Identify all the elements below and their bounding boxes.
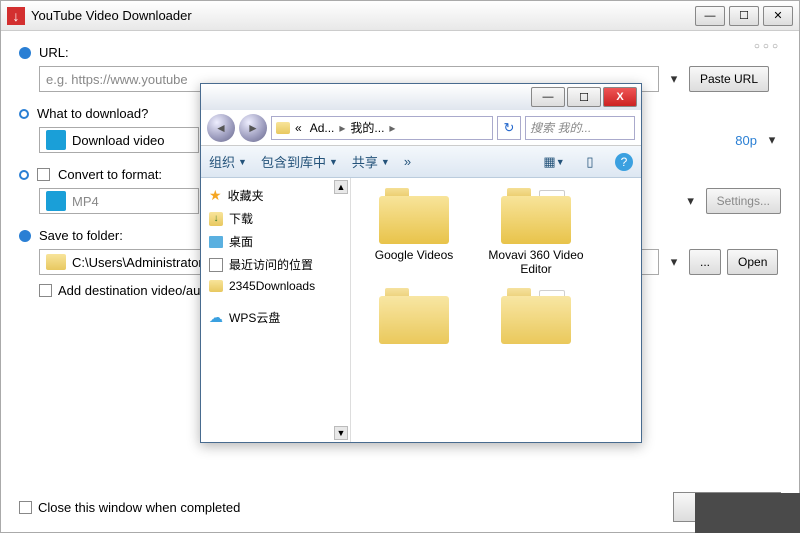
quality-value: 80p bbox=[735, 133, 757, 148]
close-when-done-label: Close this window when completed bbox=[38, 500, 240, 515]
add-dest-checkbox[interactable] bbox=[39, 284, 52, 297]
folder-icon bbox=[379, 288, 449, 344]
desktop-icon bbox=[209, 236, 223, 248]
file-pane[interactable]: Google Videos Movavi 360 Video Editor bbox=[351, 178, 641, 442]
folder-browser-dialog: — ☐ X ◄ ► « Ad... ▸ 我的... ▸ ↻ 搜索 我的... 组… bbox=[200, 83, 642, 443]
close-when-done-checkbox[interactable] bbox=[19, 501, 32, 514]
scroll-down-button[interactable]: ▼ bbox=[334, 426, 348, 440]
download-type-select[interactable]: Download video bbox=[39, 127, 199, 153]
folder-icon bbox=[209, 280, 223, 292]
what-label: What to download? bbox=[37, 106, 148, 121]
format-dropdown[interactable]: ▾ bbox=[682, 193, 700, 209]
bullet-icon bbox=[19, 109, 29, 119]
sidebar-recent[interactable]: 最近访问的位置 bbox=[205, 253, 346, 276]
search-input[interactable]: 搜索 我的... bbox=[525, 116, 635, 140]
add-dest-label: Add destination video/au bbox=[58, 283, 200, 298]
sidebar-2345[interactable]: 2345Downloads bbox=[205, 276, 346, 296]
scroll-up-button[interactable]: ▲ bbox=[334, 180, 348, 194]
folder-icon bbox=[46, 254, 66, 270]
view-button[interactable]: ▦▼ bbox=[543, 151, 565, 173]
nav-bar: ◄ ► « Ad... ▸ 我的... ▸ ↻ 搜索 我的... bbox=[201, 110, 641, 146]
convert-label: Convert to format: bbox=[58, 167, 162, 182]
quality-dropdown[interactable]: ▾ bbox=[763, 132, 781, 148]
dialog-titlebar: — ☐ X bbox=[201, 84, 641, 110]
help-icon[interactable]: ? bbox=[615, 153, 633, 171]
sidebar-downloads[interactable]: 下载 bbox=[205, 207, 346, 230]
folder-icon bbox=[379, 188, 449, 244]
video-icon bbox=[46, 191, 66, 211]
breadcrumb[interactable]: « Ad... ▸ 我的... ▸ bbox=[271, 116, 493, 140]
toolbar: 组织 ▼ 包含到库中 ▼ 共享 ▼ » ▦▼ ▯ ? bbox=[201, 146, 641, 178]
recent-icon bbox=[209, 258, 223, 272]
off-panel bbox=[695, 493, 800, 533]
app-icon: ↓ bbox=[7, 7, 25, 25]
maximize-button[interactable]: ☐ bbox=[729, 6, 759, 26]
browse-button[interactable]: ... bbox=[689, 249, 721, 275]
star-icon: ★ bbox=[209, 187, 222, 204]
refresh-button[interactable]: ↻ bbox=[497, 116, 521, 140]
folder-icon bbox=[501, 288, 571, 344]
dialog-maximize-button[interactable]: ☐ bbox=[567, 87, 601, 107]
titlebar: ↓ YouTube Video Downloader — ☐ ✕ bbox=[1, 1, 799, 31]
back-button[interactable]: ◄ bbox=[207, 114, 235, 142]
bullet-icon bbox=[19, 230, 31, 242]
video-icon bbox=[46, 130, 66, 150]
convert-checkbox[interactable] bbox=[37, 168, 50, 181]
close-button[interactable]: ✕ bbox=[763, 6, 793, 26]
preview-pane-button[interactable]: ▯ bbox=[579, 151, 601, 173]
dialog-close-button[interactable]: X bbox=[603, 87, 637, 107]
folder-item-partial[interactable] bbox=[359, 288, 469, 348]
url-label: URL: bbox=[39, 45, 69, 60]
app-title: YouTube Video Downloader bbox=[31, 8, 695, 23]
sidebar-wps[interactable]: ☁WPS云盘 bbox=[205, 306, 346, 329]
settings-button[interactable]: Settings... bbox=[706, 188, 781, 214]
sidebar-desktop[interactable]: 桌面 bbox=[205, 230, 346, 253]
folder-google-videos[interactable]: Google Videos bbox=[359, 188, 469, 276]
sidebar-favorites[interactable]: ★收藏夹 bbox=[205, 184, 346, 207]
include-menu[interactable]: 包含到库中 ▼ bbox=[261, 152, 338, 171]
downloads-icon bbox=[209, 212, 223, 226]
share-menu[interactable]: 共享 ▼ bbox=[352, 152, 390, 171]
organize-menu[interactable]: 组织 ▼ bbox=[209, 152, 247, 171]
url-dropdown[interactable]: ▾ bbox=[665, 71, 683, 87]
minimize-button[interactable]: — bbox=[695, 6, 725, 26]
sidebar: ▲ ★收藏夹 下载 桌面 最近访问的位置 2345Downloads ☁WPS云… bbox=[201, 178, 351, 442]
bullet-icon bbox=[19, 47, 31, 59]
format-select[interactable]: MP4 bbox=[39, 188, 199, 214]
forward-button[interactable]: ► bbox=[239, 114, 267, 142]
folder-item-partial[interactable] bbox=[481, 288, 591, 348]
paste-url-button[interactable]: Paste URL bbox=[689, 66, 769, 92]
path-dropdown[interactable]: ▾ bbox=[665, 254, 683, 270]
save-label: Save to folder: bbox=[39, 228, 123, 243]
bullet-icon bbox=[19, 170, 29, 180]
dialog-minimize-button[interactable]: — bbox=[531, 87, 565, 107]
folder-icon bbox=[501, 188, 571, 244]
folder-icon bbox=[276, 122, 290, 134]
cloud-icon: ☁ bbox=[209, 309, 223, 326]
folder-movavi-360[interactable]: Movavi 360 Video Editor bbox=[481, 188, 591, 276]
more-menu[interactable]: » bbox=[404, 154, 411, 169]
open-button[interactable]: Open bbox=[727, 249, 778, 275]
